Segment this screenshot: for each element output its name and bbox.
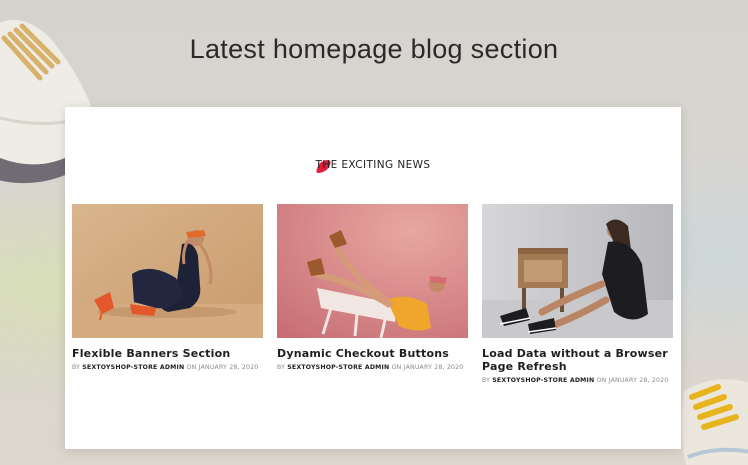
woman-orange-heels-photo-icon xyxy=(72,204,263,338)
sneaker-decoration-icon xyxy=(681,379,748,465)
post-meta: BY SEXTOYSHOP-STORE ADMIN ON JANUARY 28,… xyxy=(277,364,469,371)
woman-record-player-photo-icon xyxy=(482,204,673,338)
blog-post: Load Data without a Browser Page Refresh… xyxy=(482,204,674,384)
post-title[interactable]: Dynamic Checkout Buttons xyxy=(277,347,469,360)
page-title: Latest homepage blog section xyxy=(189,34,559,64)
section-heading: THE EXCITING NEWS xyxy=(65,155,681,173)
blog-post-list: Flexible Banners Section BY SEXTOYSHOP-S… xyxy=(72,204,674,384)
post-meta-on: ON xyxy=(186,364,197,371)
post-meta: BY SEXTOYSHOP-STORE ADMIN ON JANUARY 28,… xyxy=(72,364,264,371)
post-image-link[interactable] xyxy=(482,204,673,338)
post-title[interactable]: Load Data without a Browser Page Refresh xyxy=(482,347,674,373)
post-date: JANUARY 28, 2020 xyxy=(608,377,669,384)
post-meta-by: BY xyxy=(482,377,491,384)
post-meta: BY SEXTOYSHOP-STORE ADMIN ON JANUARY 28,… xyxy=(482,377,674,384)
post-meta-by: BY xyxy=(277,364,286,371)
post-meta-on: ON xyxy=(596,377,607,384)
post-meta-on: ON xyxy=(391,364,402,371)
blog-section-card: THE EXCITING NEWS Flexible Banners Secti… xyxy=(65,107,681,449)
post-author[interactable]: SEXTOYSHOP-STORE ADMIN xyxy=(492,377,594,384)
post-image-link[interactable] xyxy=(72,204,263,338)
post-image-link[interactable] xyxy=(277,204,468,338)
post-date: JANUARY 28, 2020 xyxy=(198,364,259,371)
section-heading-text: THE EXCITING NEWS xyxy=(315,159,431,171)
woman-pink-chair-photo-icon xyxy=(277,204,468,338)
post-meta-by: BY xyxy=(72,364,81,371)
blog-post: Flexible Banners Section BY SEXTOYSHOP-S… xyxy=(72,204,264,384)
blog-post: Dynamic Checkout Buttons BY SEXTOYSHOP-S… xyxy=(277,204,469,384)
post-author[interactable]: SEXTOYSHOP-STORE ADMIN xyxy=(287,364,389,371)
post-author[interactable]: SEXTOYSHOP-STORE ADMIN xyxy=(82,364,184,371)
post-title[interactable]: Flexible Banners Section xyxy=(72,347,264,360)
post-date: JANUARY 28, 2020 xyxy=(403,364,464,371)
